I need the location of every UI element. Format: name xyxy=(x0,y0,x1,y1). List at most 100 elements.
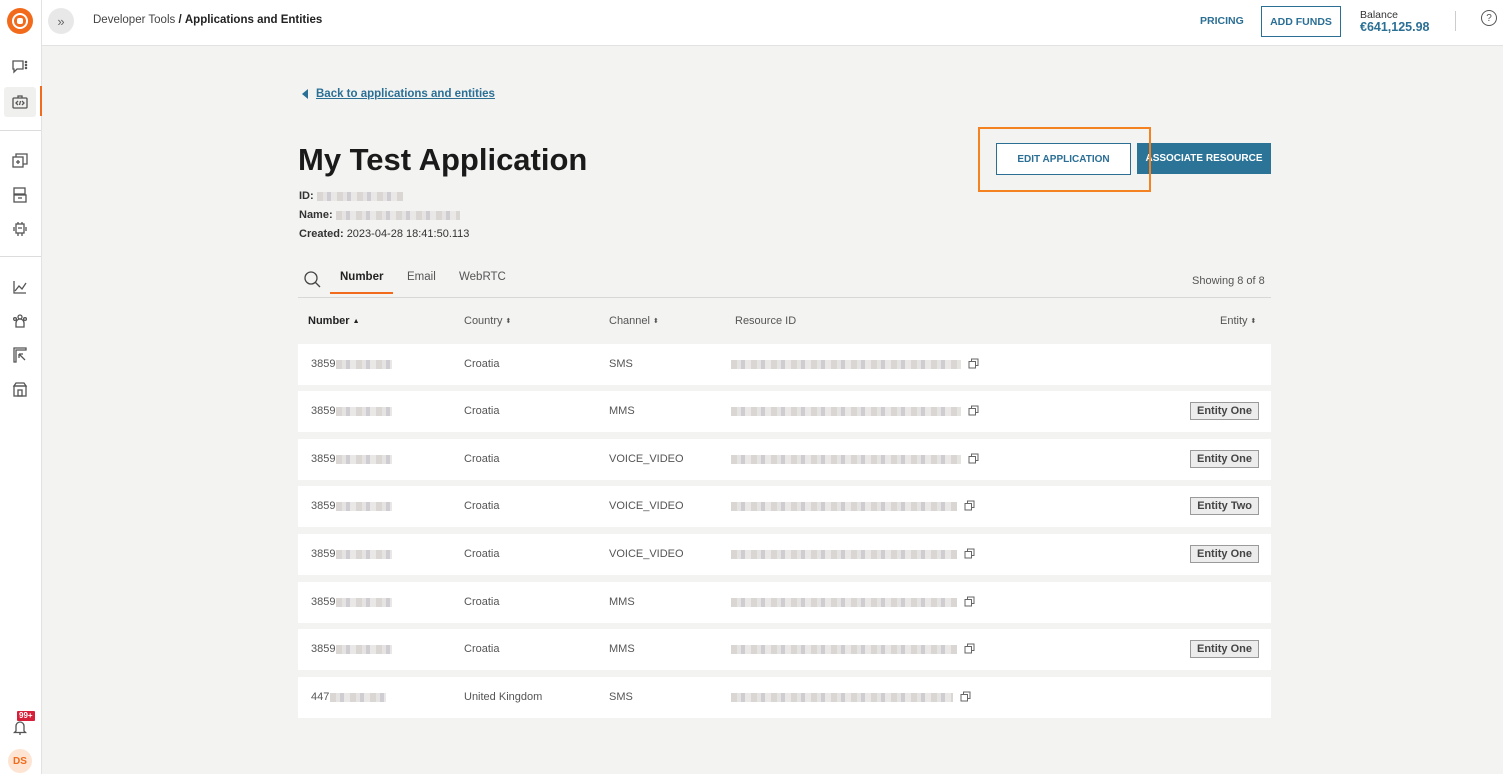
channel-cell: MMS xyxy=(609,405,635,417)
breadcrumb-separator: / xyxy=(178,14,182,26)
chat-icon[interactable] xyxy=(4,52,36,82)
channel-cell: SMS xyxy=(609,691,633,703)
redacted-resource-id xyxy=(731,644,957,654)
reports-icon[interactable] xyxy=(4,340,36,370)
country-cell: Croatia xyxy=(464,358,500,370)
country-cell: Croatia xyxy=(464,643,500,655)
user-avatar[interactable]: DS xyxy=(8,749,32,773)
copy-icon[interactable] xyxy=(964,500,975,511)
associate-resource-button[interactable]: ASSOCIATE RESOURCE xyxy=(1137,143,1271,174)
column-header-channel[interactable]: Channel ⬍ xyxy=(609,315,659,327)
redacted-resource-id xyxy=(731,549,957,559)
resource-id-cell xyxy=(731,643,957,655)
add-funds-button[interactable]: ADD FUNDS xyxy=(1261,6,1341,37)
redacted-resource-id xyxy=(731,597,957,607)
breadcrumb-parent[interactable]: Developer Tools xyxy=(93,14,175,26)
templates-icon[interactable] xyxy=(4,146,36,176)
tab-number[interactable]: Number xyxy=(340,271,383,283)
back-link-text[interactable]: Back to applications and entities xyxy=(316,88,495,100)
number-cell: 3859 xyxy=(311,405,393,417)
help-icon[interactable]: ? xyxy=(1481,10,1497,26)
audience-icon[interactable] xyxy=(4,306,36,336)
copy-icon[interactable] xyxy=(964,643,975,654)
column-label: Entity xyxy=(1220,315,1248,327)
tab-webrtc[interactable]: WebRTC xyxy=(459,271,506,283)
resource-id-cell xyxy=(731,453,961,465)
channel-cell: MMS xyxy=(609,596,635,608)
table-row[interactable]: 3859 Croatia SMS xyxy=(298,344,1271,385)
column-header-country[interactable]: Country ⬍ xyxy=(464,315,511,327)
store-icon[interactable] xyxy=(4,374,36,404)
resource-id-cell xyxy=(731,405,961,417)
number-prefix: 3859 xyxy=(311,643,336,655)
channel-cell: VOICE_VIDEO xyxy=(609,548,684,560)
chevrons-right-icon: » xyxy=(57,13,65,29)
sort-icon: ⬍ xyxy=(505,318,512,325)
application-created: Created: 2023-04-28 18:41:50.113 xyxy=(299,228,469,240)
application-id: ID: xyxy=(299,190,403,202)
table-row[interactable]: 3859 Croatia VOICE_VIDEO Entity One xyxy=(298,534,1271,575)
analytics-icon[interactable] xyxy=(4,272,36,302)
inbox-icon[interactable] xyxy=(4,180,36,210)
resource-id-cell xyxy=(731,691,953,703)
entity-tag[interactable]: Entity One xyxy=(1189,640,1259,658)
number-cell: 3859 xyxy=(311,596,393,608)
copy-icon[interactable] xyxy=(968,358,979,369)
logo-icon[interactable] xyxy=(7,8,33,34)
column-label: Channel xyxy=(609,315,650,327)
copy-icon[interactable] xyxy=(964,596,975,607)
redacted-number xyxy=(336,644,393,654)
number-prefix: 3859 xyxy=(311,358,336,370)
column-label: Resource ID xyxy=(735,315,797,327)
entity-tag[interactable]: Entity One xyxy=(1189,545,1259,563)
caret-left-icon xyxy=(302,89,308,99)
entity-tag[interactable]: Entity Two xyxy=(1190,497,1259,515)
column-header-entity[interactable]: Entity ⬍ xyxy=(1220,315,1256,327)
edit-application-button[interactable]: EDIT APPLICATION xyxy=(996,143,1131,175)
table-row[interactable]: 3859 Croatia VOICE_VIDEO Entity Two xyxy=(298,486,1271,527)
tabs-divider xyxy=(298,297,1271,298)
table-row[interactable]: 447 United Kingdom SMS xyxy=(298,677,1271,718)
search-icon[interactable] xyxy=(303,270,321,288)
number-prefix: 3859 xyxy=(311,500,336,512)
channel-cell: MMS xyxy=(609,643,635,655)
channel-cell: VOICE_VIDEO xyxy=(609,453,684,465)
entity-tag[interactable]: Entity One xyxy=(1189,450,1259,468)
copy-icon[interactable] xyxy=(968,405,979,416)
column-header-number[interactable]: Number ▲ xyxy=(308,315,360,327)
number-cell: 3859 xyxy=(311,643,393,655)
page-title: My Test Application xyxy=(298,142,588,177)
redacted-number xyxy=(336,549,393,559)
copy-icon[interactable] xyxy=(964,548,975,559)
table-row[interactable]: 3859 Croatia VOICE_VIDEO Entity One xyxy=(298,439,1271,480)
entity-tag[interactable]: Entity One xyxy=(1189,402,1259,420)
redacted-resource-id xyxy=(731,359,961,369)
table-row[interactable]: 3859 Croatia MMS xyxy=(298,582,1271,623)
resource-id-cell xyxy=(731,500,957,512)
notification-badge: 99+ xyxy=(17,711,35,721)
showing-count: Showing 8 of 8 xyxy=(1192,275,1265,287)
redacted-resource-id xyxy=(731,406,961,416)
table-row[interactable]: 3859 Croatia MMS Entity One xyxy=(298,629,1271,670)
copy-icon[interactable] xyxy=(968,453,979,464)
pricing-link[interactable]: PRICING xyxy=(1200,15,1244,27)
resource-id-cell xyxy=(731,358,961,370)
back-link[interactable]: Back to applications and entities xyxy=(302,88,495,100)
created-label: Created: xyxy=(299,228,344,240)
redacted-name xyxy=(335,210,460,220)
number-prefix: 447 xyxy=(311,691,330,703)
balance-value: €641,125.98 xyxy=(1360,20,1430,34)
active-tab-indicator xyxy=(330,292,393,294)
sort-icon: ⬍ xyxy=(652,318,659,325)
id-label: ID: xyxy=(299,190,314,202)
bot-icon[interactable] xyxy=(4,214,36,244)
redacted-number xyxy=(336,597,393,607)
tab-email[interactable]: Email xyxy=(407,271,436,283)
copy-icon[interactable] xyxy=(960,691,971,702)
expand-sidebar-button[interactable]: » xyxy=(48,8,74,34)
developer-tools-icon[interactable] xyxy=(4,87,36,117)
table-row[interactable]: 3859 Croatia MMS Entity One xyxy=(298,391,1271,432)
active-indicator xyxy=(40,86,42,116)
header-divider xyxy=(1455,11,1456,31)
country-cell: Croatia xyxy=(464,453,500,465)
